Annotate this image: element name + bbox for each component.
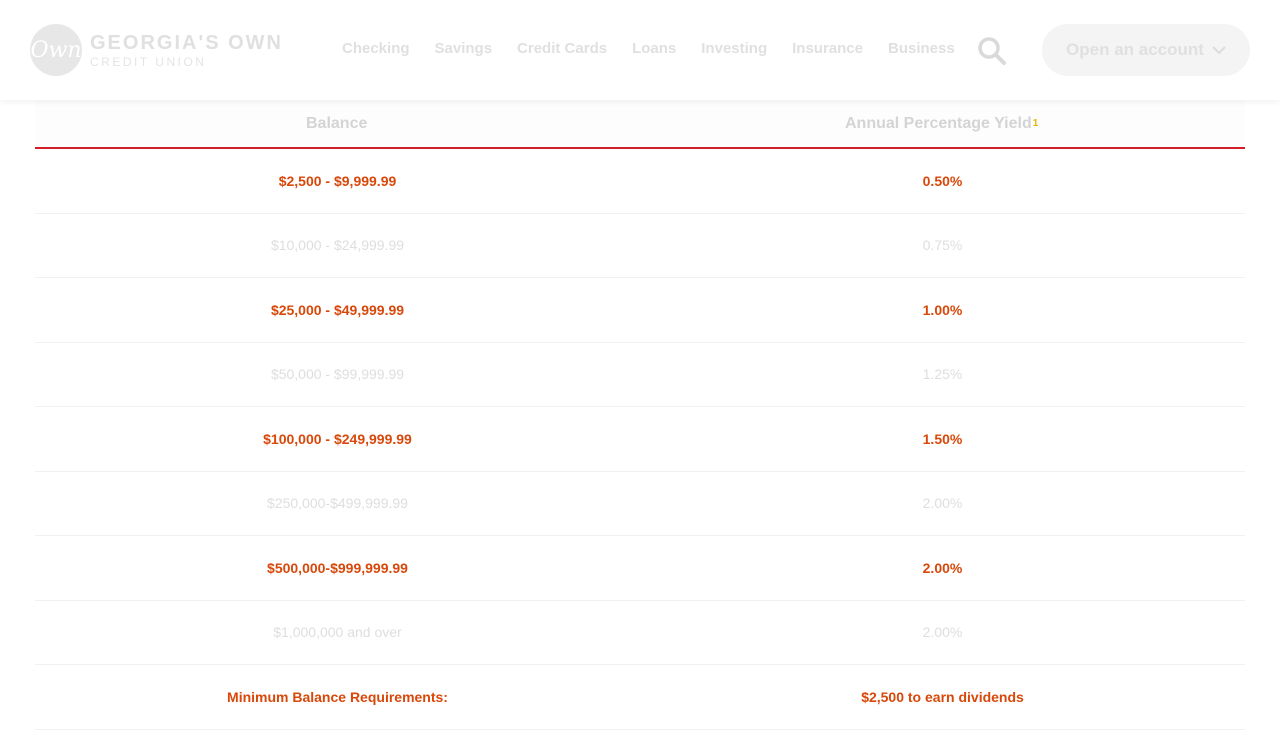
nav-checking[interactable]: Checking [342,40,410,57]
table-row: $500,000-$999,999.99 2.00% [35,536,1245,601]
balance-cell: $25,000 - $49,999.99 [270,301,405,318]
balance-cell: $2,500 - $9,999.99 [278,172,397,189]
open-account-label: Open an account [1066,40,1204,59]
logo[interactable]: Own GEORGIA'S OWN CREDIT UNION [30,24,283,76]
balance-cell: $100,000 - $249,999.99 [263,430,412,447]
footnote-marker[interactable]: 1 [1033,118,1039,129]
apy-cell: 2.00% [922,559,963,576]
table-row: $100,000 - $249,999.99 1.50% [35,407,1245,472]
table-row: $1,000,000 and over 2.00% [35,601,1245,665]
minimum-balance-value: $2,500 to earn dividends [861,688,1024,705]
balance-header: Balance [306,114,368,132]
table-row: $2,500 - $9,999.99 0.50% [35,149,1245,214]
apy-cell: 0.75% [922,237,963,254]
nav-investing[interactable]: Investing [701,40,767,57]
table-row: $50,000 - $99,999.99 1.25% [35,343,1245,407]
balance-cell: $50,000 - $99,999.99 [270,366,405,383]
apy-cell: 1.25% [922,366,963,383]
logo-subtitle: CREDIT UNION [90,54,207,69]
balance-cell: $500,000-$999,999.99 [267,559,408,576]
apy-cell: 1.50% [922,430,963,447]
apy-cell: 1.00% [922,301,963,318]
nav-savings[interactable]: Savings [435,40,493,57]
nav-credit-cards[interactable]: Credit Cards [517,40,607,57]
table-row: $250,000-$499,999.99 2.00% [35,472,1245,536]
main-nav: Checking Savings Credit Cards Loans Inve… [342,40,980,57]
table-row: $25,000 - $49,999.99 1.00% [35,278,1245,343]
rates-table: Balance Annual Percentage Yield 1 $2,500 … [35,100,1245,730]
table-header: Balance Annual Percentage Yield 1 [35,100,1245,149]
logo-mark: Own [30,24,82,76]
table-row: $10,000 - $24,999.99 0.75% [35,214,1245,278]
balance-cell: $250,000-$499,999.99 [267,495,408,512]
balance-cell: $10,000 - $24,999.99 [270,237,405,254]
balance-cell: $1,000,000 and over [273,624,402,641]
apy-cell: 2.00% [922,624,963,641]
nav-loans[interactable]: Loans [632,40,676,57]
chevron-down-icon [1212,46,1226,55]
nav-business[interactable]: Business [888,40,955,57]
minimum-balance-label: Minimum Balance Requirements: [227,688,448,705]
search-icon[interactable] [976,36,1008,66]
site-header: Own GEORGIA'S OWN CREDIT UNION Checking … [0,0,1280,100]
nav-insurance[interactable]: Insurance [792,40,863,57]
open-account-button[interactable]: Open an account [1042,24,1250,76]
logo-name: GEORGIA'S OWN [90,31,283,54]
apy-cell: 0.50% [922,172,963,189]
apy-header: Annual Percentage Yield 1 [845,114,1039,132]
apy-cell: 2.00% [922,495,963,512]
